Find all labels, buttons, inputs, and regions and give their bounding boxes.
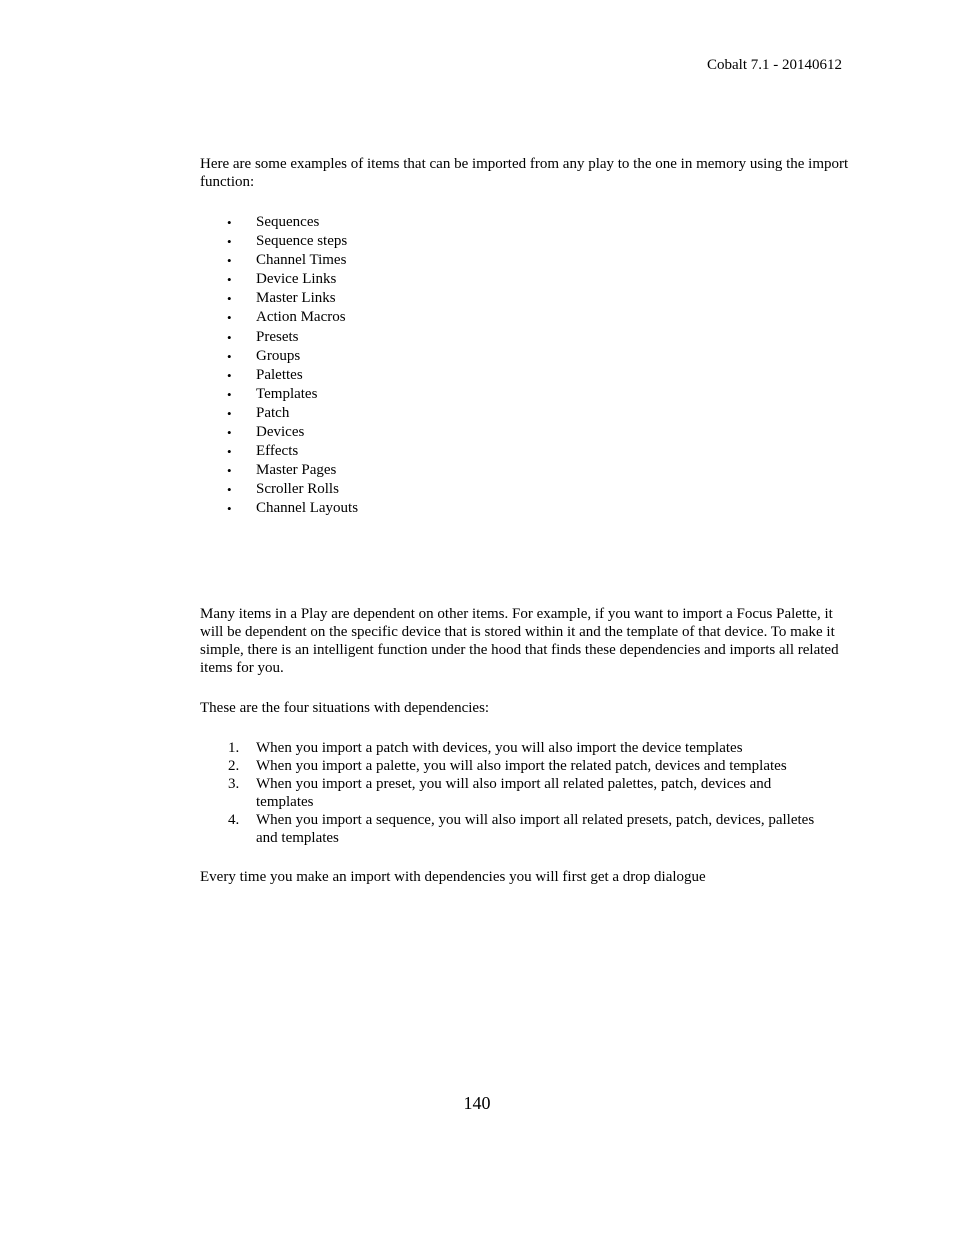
list-item-label: Channel Layouts (256, 500, 359, 517)
closing-paragraph: Every time you make an import with depen… (200, 869, 706, 885)
bullet-icon: • (227, 310, 232, 326)
list-number: 3. (228, 776, 240, 792)
list-item: 2. When you import a palette, you will al… (200, 757, 820, 775)
bullet-icon: • (227, 215, 232, 230)
list-item: • Channel Times (200, 251, 850, 270)
list-item-text: When you import a patch with devices, yo… (256, 740, 743, 756)
importable-items-list: • Sequences • Sequence steps • Channel Time… (200, 213, 850, 519)
list-item-label: Device Links (256, 271, 337, 288)
list-item: 3. When you import a preset, you will als… (200, 775, 820, 811)
document-header: Cobalt 7.1 - 20140612 (707, 57, 842, 73)
bullet-icon: • (227, 272, 232, 288)
list-item-text: When you import a palette, you will also… (256, 758, 787, 774)
list-item-label: Palettes (256, 366, 303, 383)
list-item-label: Master Pages (256, 462, 337, 479)
bullet-icon: • (227, 463, 232, 479)
list-item: • Devices (200, 423, 850, 442)
list-item-label: Action Macros (256, 309, 346, 326)
list-number: 1. (228, 740, 240, 756)
list-item-text: When you import a sequence, you will als… (256, 812, 815, 846)
list-item-label: Effects (256, 443, 299, 460)
list-item-label: Patch (256, 404, 290, 421)
list-item: • Groups (200, 347, 850, 366)
list-number: 4. (228, 812, 240, 828)
bullet-icon: • (227, 501, 232, 517)
list-item-label: Scroller Rolls (256, 481, 339, 498)
dependency-situations-list: 1. When you import a patch with devices, … (200, 739, 820, 847)
list-item: • Effects (200, 442, 850, 461)
list-number: 2. (228, 758, 240, 774)
bullet-icon: • (227, 253, 232, 269)
situations-intro: These are the four situations with depen… (200, 700, 490, 716)
bullet-icon: • (227, 444, 232, 460)
list-item-label: Master Links (256, 290, 336, 307)
intro-paragraph: Here are some examples of items that can… (200, 156, 849, 190)
dependencies-paragraph: Many items in a Play are dependent on ot… (200, 606, 839, 676)
list-item: • Presets (200, 328, 850, 347)
list-item-label: Devices (256, 424, 305, 441)
list-item: 1. When you import a patch with devices, … (200, 739, 820, 757)
list-item: • Patch (200, 404, 850, 423)
list-item: • Palettes (200, 366, 850, 385)
list-item: • Sequences (200, 213, 850, 232)
list-item-label: Sequence steps (256, 233, 348, 250)
list-item: • Device Links (200, 270, 850, 289)
list-item: • Sequence steps (200, 232, 850, 251)
list-item: • Master Pages (200, 461, 850, 480)
bullet-icon: • (227, 405, 232, 421)
list-item-label: Groups (256, 347, 301, 364)
bullet-icon: • (227, 386, 232, 402)
list-item-label: Templates (256, 385, 318, 402)
bullet-icon: • (227, 329, 232, 345)
list-item-label: Presets (256, 328, 299, 345)
bullet-icon: • (227, 425, 232, 441)
bullet-icon: • (227, 291, 232, 307)
list-item-label: Sequences (256, 214, 320, 230)
list-item: • Templates (200, 385, 850, 404)
list-item: • Scroller Rolls (200, 480, 850, 499)
page-number: 140 (463, 1093, 491, 1113)
bullet-icon: • (227, 367, 232, 383)
bullet-icon: • (227, 234, 232, 250)
list-item: • Channel Layouts (200, 499, 850, 518)
list-item: 4. When you import a sequence, you will a… (200, 811, 820, 847)
list-item: • Action Macros (200, 308, 850, 327)
list-item-label: Channel Times (256, 252, 347, 269)
list-item-text: When you import a preset, you will also … (256, 776, 772, 810)
list-item: • Master Links (200, 289, 850, 308)
bullet-icon: • (227, 482, 232, 498)
bullet-icon: • (227, 348, 232, 364)
